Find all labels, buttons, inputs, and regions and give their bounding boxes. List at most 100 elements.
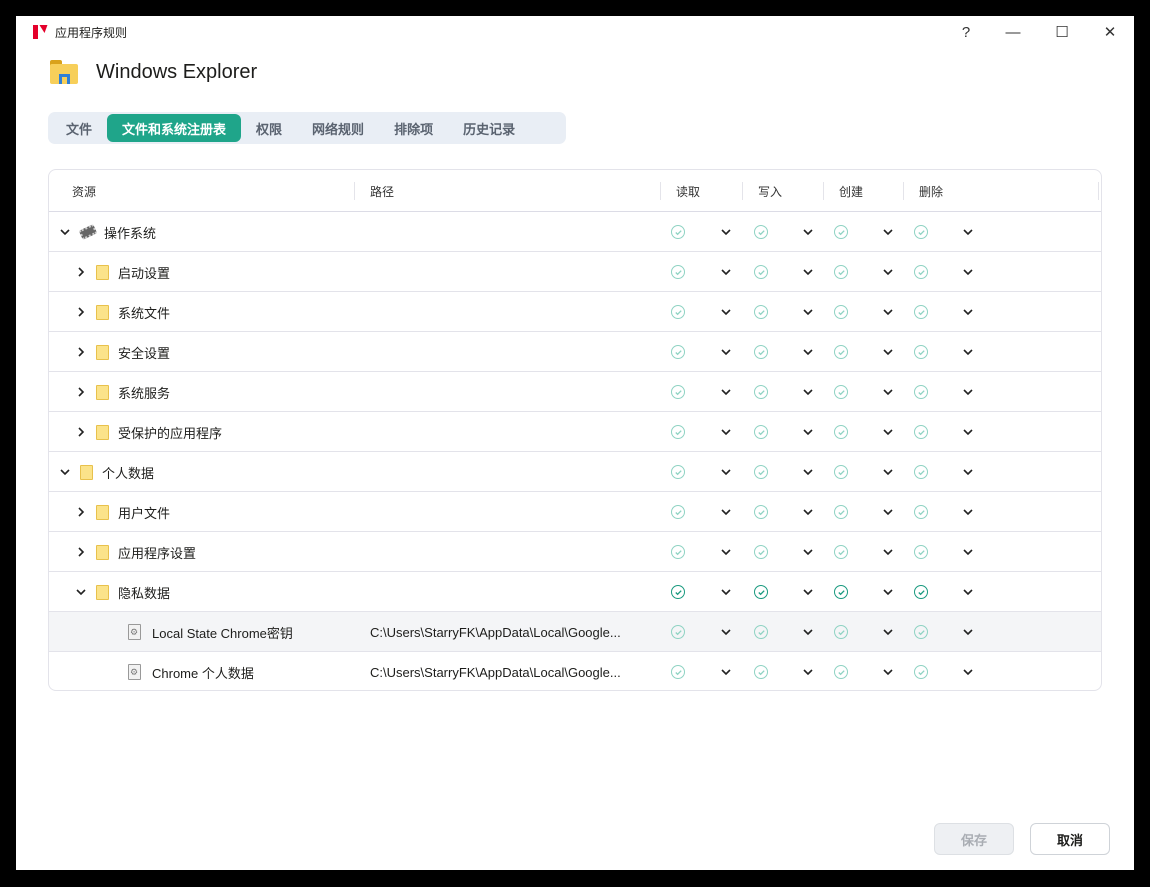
create-dropdown[interactable] — [881, 292, 895, 332]
create-dropdown[interactable] — [881, 572, 895, 612]
chevron-down-icon[interactable] — [881, 345, 895, 359]
chevron-down-icon[interactable] — [719, 345, 733, 359]
table-row[interactable]: 安全设置 — [49, 332, 1101, 372]
delete-dropdown[interactable] — [961, 412, 975, 452]
table-row[interactable]: Local State Chrome密钥 C:\Users\StarryFK\Ap… — [49, 612, 1101, 652]
create-dropdown[interactable] — [881, 412, 895, 452]
expand-chevron-icon[interactable] — [74, 345, 88, 359]
chevron-down-icon[interactable] — [719, 585, 733, 599]
close-button[interactable]: ✕ — [1087, 16, 1133, 48]
chevron-down-icon[interactable] — [719, 305, 733, 319]
column-resource[interactable]: 资源 — [72, 170, 96, 212]
chevron-down-icon[interactable] — [801, 345, 815, 359]
expand-chevron-icon[interactable] — [74, 385, 88, 399]
chevron-down-icon[interactable] — [881, 465, 895, 479]
chevron-down-icon[interactable] — [719, 465, 733, 479]
chevron-down-icon[interactable] — [719, 505, 733, 519]
table-row[interactable]: 系统文件 — [49, 292, 1101, 332]
expand-chevron-icon[interactable] — [74, 425, 88, 439]
help-button[interactable]: ? — [943, 16, 989, 48]
chevron-down-icon[interactable] — [719, 265, 733, 279]
chevron-down-icon[interactable] — [719, 385, 733, 399]
create-dropdown[interactable] — [881, 452, 895, 492]
table-row[interactable]: 个人数据 — [49, 452, 1101, 492]
chevron-down-icon[interactable] — [961, 665, 975, 679]
read-dropdown[interactable] — [719, 372, 733, 412]
read-dropdown[interactable] — [719, 252, 733, 292]
write-dropdown[interactable] — [801, 292, 815, 332]
create-dropdown[interactable] — [881, 252, 895, 292]
chevron-down-icon[interactable] — [719, 425, 733, 439]
chevron-down-icon[interactable] — [719, 225, 733, 239]
table-row[interactable]: Chrome 个人数据 C:\Users\StarryFK\AppData\Loc… — [49, 652, 1101, 690]
column-read[interactable]: 读取 — [660, 170, 742, 212]
collapse-chevron-icon[interactable] — [58, 225, 72, 239]
chevron-down-icon[interactable] — [961, 505, 975, 519]
write-dropdown[interactable] — [801, 212, 815, 252]
chevron-down-icon[interactable] — [719, 665, 733, 679]
chevron-down-icon[interactable] — [719, 545, 733, 559]
chevron-down-icon[interactable] — [881, 665, 895, 679]
read-dropdown[interactable] — [719, 452, 733, 492]
create-dropdown[interactable] — [881, 212, 895, 252]
chevron-down-icon[interactable] — [881, 225, 895, 239]
chevron-down-icon[interactable] — [961, 305, 975, 319]
tab-0[interactable]: 文件 — [51, 114, 107, 142]
delete-dropdown[interactable] — [961, 252, 975, 292]
chevron-down-icon[interactable] — [801, 625, 815, 639]
write-dropdown[interactable] — [801, 372, 815, 412]
chevron-down-icon[interactable] — [801, 665, 815, 679]
chevron-down-icon[interactable] — [961, 425, 975, 439]
write-dropdown[interactable] — [801, 452, 815, 492]
table-row[interactable]: 系统服务 — [49, 372, 1101, 412]
delete-dropdown[interactable] — [961, 652, 975, 690]
write-dropdown[interactable] — [801, 412, 815, 452]
create-dropdown[interactable] — [881, 492, 895, 532]
create-dropdown[interactable] — [881, 532, 895, 572]
create-dropdown[interactable] — [881, 372, 895, 412]
chevron-down-icon[interactable] — [961, 265, 975, 279]
chevron-down-icon[interactable] — [961, 385, 975, 399]
delete-dropdown[interactable] — [961, 292, 975, 332]
chevron-down-icon[interactable] — [801, 385, 815, 399]
chevron-down-icon[interactable] — [961, 345, 975, 359]
expand-chevron-icon[interactable] — [74, 505, 88, 519]
chevron-down-icon[interactable] — [961, 465, 975, 479]
read-dropdown[interactable] — [719, 612, 733, 652]
tab-2[interactable]: 权限 — [241, 114, 297, 142]
minimize-button[interactable]: — — [990, 16, 1036, 48]
write-dropdown[interactable] — [801, 492, 815, 532]
delete-dropdown[interactable] — [961, 212, 975, 252]
table-row[interactable]: 应用程序设置 — [49, 532, 1101, 572]
write-dropdown[interactable] — [801, 572, 815, 612]
chevron-down-icon[interactable] — [881, 625, 895, 639]
write-dropdown[interactable] — [801, 252, 815, 292]
chevron-down-icon[interactable] — [961, 585, 975, 599]
chevron-down-icon[interactable] — [961, 625, 975, 639]
save-button[interactable]: 保存 — [934, 823, 1014, 855]
read-dropdown[interactable] — [719, 532, 733, 572]
chevron-down-icon[interactable] — [881, 385, 895, 399]
chevron-down-icon[interactable] — [801, 265, 815, 279]
chevron-down-icon[interactable] — [801, 425, 815, 439]
table-row[interactable]: 操作系统 — [49, 212, 1101, 252]
expand-chevron-icon[interactable] — [74, 545, 88, 559]
write-dropdown[interactable] — [801, 532, 815, 572]
cancel-button[interactable]: 取消 — [1030, 823, 1110, 855]
chevron-down-icon[interactable] — [961, 225, 975, 239]
read-dropdown[interactable] — [719, 212, 733, 252]
table-row[interactable]: 启动设置 — [49, 252, 1101, 292]
chevron-down-icon[interactable] — [881, 585, 895, 599]
read-dropdown[interactable] — [719, 412, 733, 452]
read-dropdown[interactable] — [719, 652, 733, 690]
create-dropdown[interactable] — [881, 332, 895, 372]
chevron-down-icon[interactable] — [881, 425, 895, 439]
chevron-down-icon[interactable] — [801, 505, 815, 519]
column-path[interactable]: 路径 — [354, 170, 660, 212]
collapse-chevron-icon[interactable] — [74, 585, 88, 599]
read-dropdown[interactable] — [719, 492, 733, 532]
tab-1[interactable]: 文件和系统注册表 — [107, 114, 242, 142]
chevron-down-icon[interactable] — [801, 305, 815, 319]
write-dropdown[interactable] — [801, 612, 815, 652]
delete-dropdown[interactable] — [961, 612, 975, 652]
